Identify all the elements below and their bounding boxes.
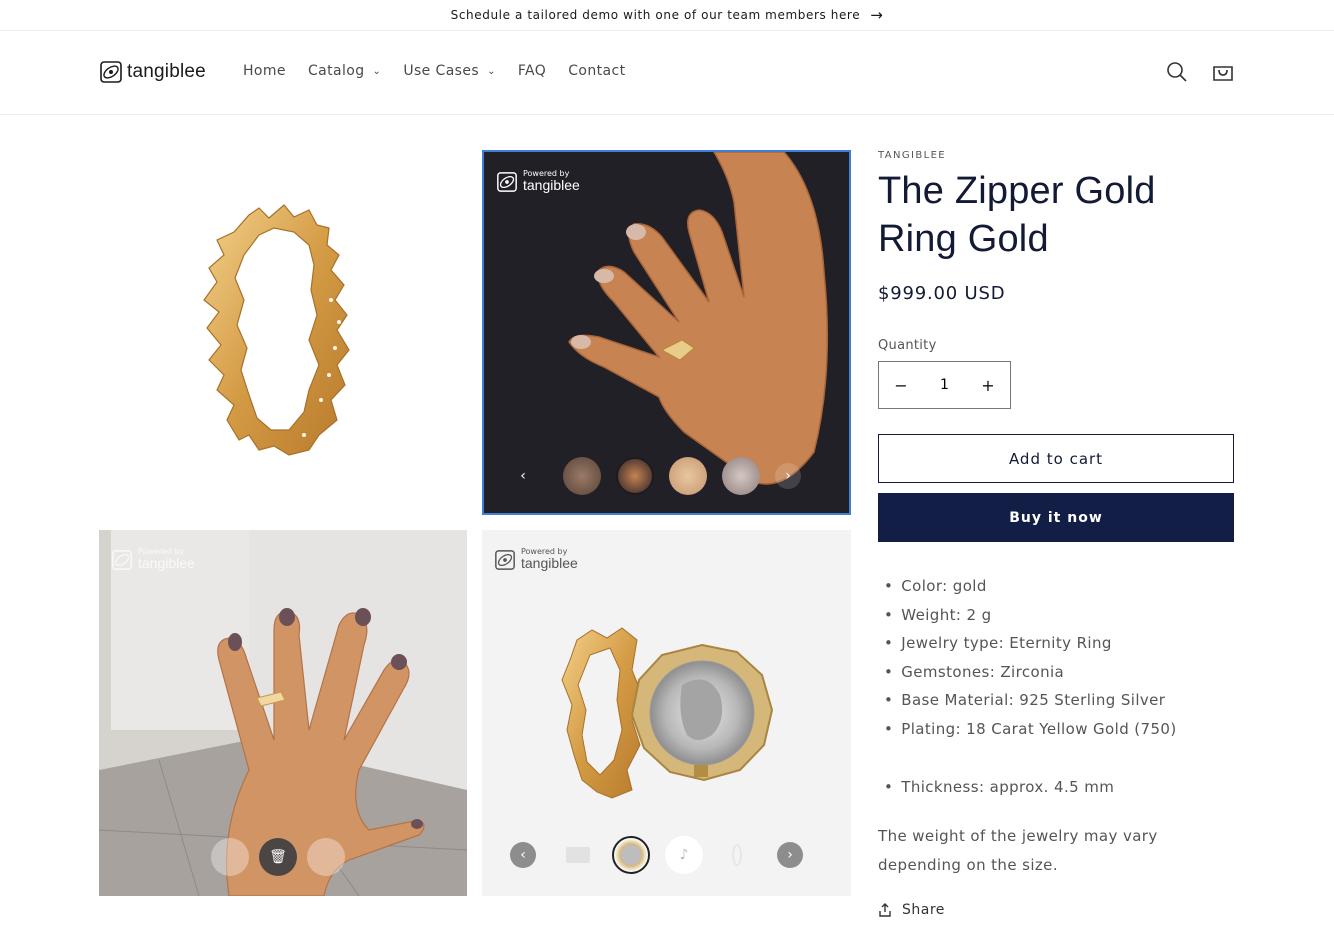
share-icon (879, 902, 891, 917)
thumbnail[interactable] (563, 457, 601, 495)
product-price: $999.00 USD (878, 283, 1006, 304)
powered-by-badge: Powered by tangiblee (111, 547, 195, 572)
thumbnail[interactable] (669, 457, 707, 495)
nav-item-use-cases[interactable]: Use Cases ⌄ (403, 63, 496, 79)
product-info: TANGIBLEE The Zipper Gold Ring Gold $999… (878, 150, 1234, 918)
spec-item: Color: gold (878, 572, 1234, 601)
product-vendor: TANGIBLEE (878, 150, 947, 161)
main-nav: Home Catalog ⌄ Use Cases ⌄ FAQ Contact (243, 63, 625, 79)
nav-label: Home (243, 63, 286, 79)
product-specs: Color: gold Weight: 2 g Jewelry type: Et… (878, 572, 1234, 743)
try-on-viewer-room[interactable]: Powered by tangiblee 🗑 (99, 530, 467, 896)
announcement-bar[interactable]: Schedule a tailored demo with one of our… (0, 0, 1334, 31)
viewer-thumbnails: 🗑 (211, 838, 345, 876)
site-header: tangiblee Home Catalog ⌄ Use Cases ⌄ FAQ C… (0, 31, 1334, 115)
chevron-left-icon[interactable]: ‹ (510, 842, 536, 868)
spec-item: Jewelry type: Eternity Ring (878, 629, 1234, 658)
logo[interactable]: tangiblee (99, 60, 206, 84)
tangiblee-logo-icon (100, 61, 122, 83)
nav-label: Use Cases (403, 63, 480, 79)
arrow-right-icon: → (870, 5, 884, 24)
chevron-down-icon: ⌄ (372, 65, 382, 77)
tangiblee-logo-icon (112, 549, 132, 570)
try-on-viewer-hand[interactable]: Powered by tangiblee ‹ › (482, 150, 851, 515)
chevron-right-icon[interactable]: › (775, 463, 801, 489)
buy-now-button[interactable]: Buy it now (878, 493, 1234, 542)
spec-item: Base Material: 925 Sterling Silver (878, 686, 1234, 715)
chevron-right-icon[interactable]: › (777, 842, 803, 868)
thumbnail-selected[interactable] (616, 457, 654, 495)
nav-label: Contact (568, 63, 626, 79)
share-button[interactable]: Share (878, 902, 1234, 918)
product-image-ring[interactable] (99, 150, 467, 515)
tangiblee-logo-icon (495, 549, 515, 570)
spec-item: Gemstones: Zirconia (878, 658, 1234, 687)
nav-item-faq[interactable]: FAQ (518, 63, 546, 79)
quantity-input[interactable] (924, 377, 965, 393)
cart-icon[interactable] (1211, 60, 1235, 84)
viewer-thumbnails: ‹ › (510, 457, 801, 495)
thumbnail[interactable] (307, 838, 345, 876)
gold-ring-illustration (203, 204, 350, 456)
powered-by-brand: tangiblee (523, 177, 580, 194)
viewer-thumbnails: ‹ ♪ › (510, 836, 803, 874)
scale-viewer-coin[interactable]: Powered by tangiblee ‹ ♪ › (482, 530, 851, 896)
powered-by-badge: Powered by tangiblee (496, 169, 580, 194)
thumbnail[interactable] (722, 457, 760, 495)
nav-item-catalog[interactable]: Catalog ⌄ (308, 63, 381, 79)
logo-text: tangiblee (127, 61, 206, 82)
nav-label: FAQ (517, 63, 547, 79)
tangiblee-logo-icon (497, 171, 517, 192)
nav-item-contact[interactable]: Contact (568, 63, 625, 79)
product-title: The Zipper Gold Ring Gold (878, 170, 1156, 260)
chevron-down-icon: ⌄ (487, 65, 496, 77)
quantity-stepper: − + (878, 361, 1011, 409)
chevron-left-icon[interactable]: ‹ (510, 463, 536, 489)
plus-icon[interactable]: + (978, 376, 998, 395)
trash-icon[interactable]: 🗑 (259, 838, 297, 876)
nav-item-home[interactable]: Home (243, 63, 286, 79)
search-icon[interactable] (1165, 60, 1189, 84)
announcement-text[interactable]: Schedule a tailored demo with one of our… (451, 8, 861, 22)
add-to-cart-button[interactable]: Add to cart (878, 434, 1234, 483)
product-note: The weight of the jewelry may vary depen… (878, 826, 1158, 874)
powered-by-brand: tangiblee (138, 555, 195, 572)
share-label: Share (902, 901, 945, 918)
powered-by-badge: Powered by tangiblee (494, 547, 578, 572)
thumbnail-card[interactable] (559, 836, 597, 874)
minus-icon[interactable]: − (891, 376, 911, 395)
spec-item: Weight: 2 g (878, 601, 1234, 630)
thumbnail-earbud[interactable]: ♪ (665, 836, 703, 874)
thumbnail-coin-selected[interactable] (612, 836, 650, 874)
nav-label: Catalog (307, 63, 365, 79)
product-thickness: Thickness: approx. 4.5 mm (878, 773, 1234, 802)
quantity-label: Quantity (878, 338, 937, 353)
thumbnail-ring[interactable] (718, 836, 756, 874)
powered-by-brand: tangiblee (521, 555, 578, 572)
thumbnail[interactable] (211, 838, 249, 876)
spec-item: Plating: 18 Carat Yellow Gold (750) (878, 715, 1234, 744)
spec-item-thickness: Thickness: approx. 4.5 mm (878, 773, 1234, 802)
